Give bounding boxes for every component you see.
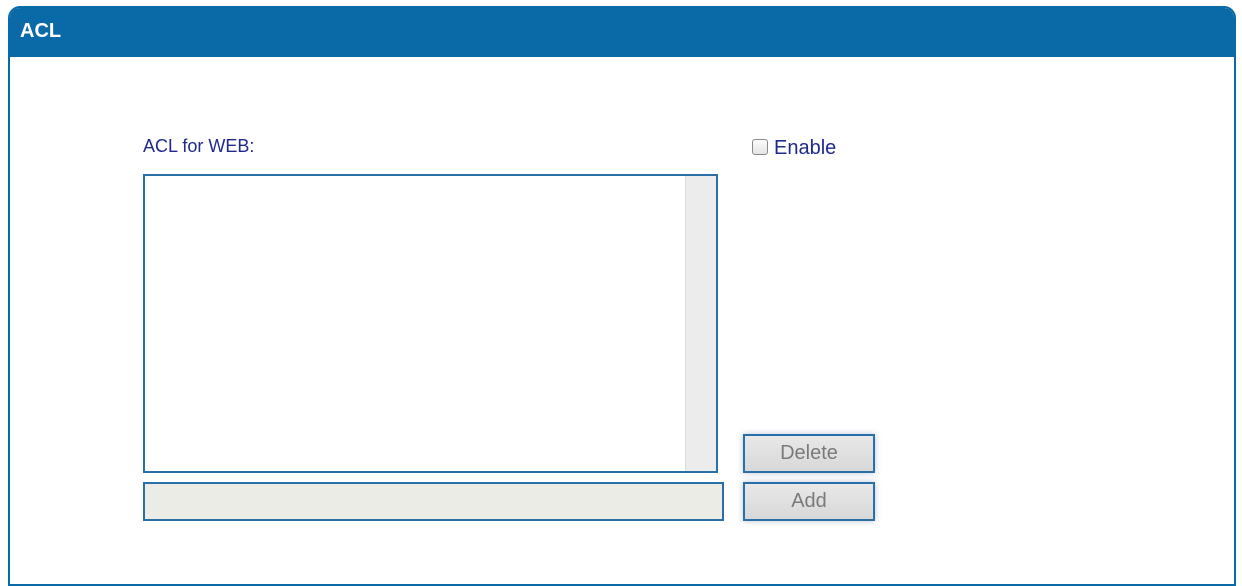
enable-toggle[interactable]: Enable <box>752 131 836 160</box>
acl-for-web-label: ACL for WEB: <box>143 136 255 156</box>
listbox-scrollbar[interactable] <box>685 176 716 471</box>
panel-title: ACL <box>10 8 1234 57</box>
enable-label: Enable <box>774 137 837 159</box>
acl-panel: ACL ACL for WEB: Enable Delete Add <box>8 6 1236 586</box>
add-button[interactable]: Add <box>743 482 875 521</box>
delete-button[interactable]: Delete <box>743 434 875 473</box>
enable-checkbox[interactable] <box>752 138 768 155</box>
acl-entries-listbox[interactable] <box>143 174 718 473</box>
acl-entry-input[interactable] <box>143 482 724 521</box>
